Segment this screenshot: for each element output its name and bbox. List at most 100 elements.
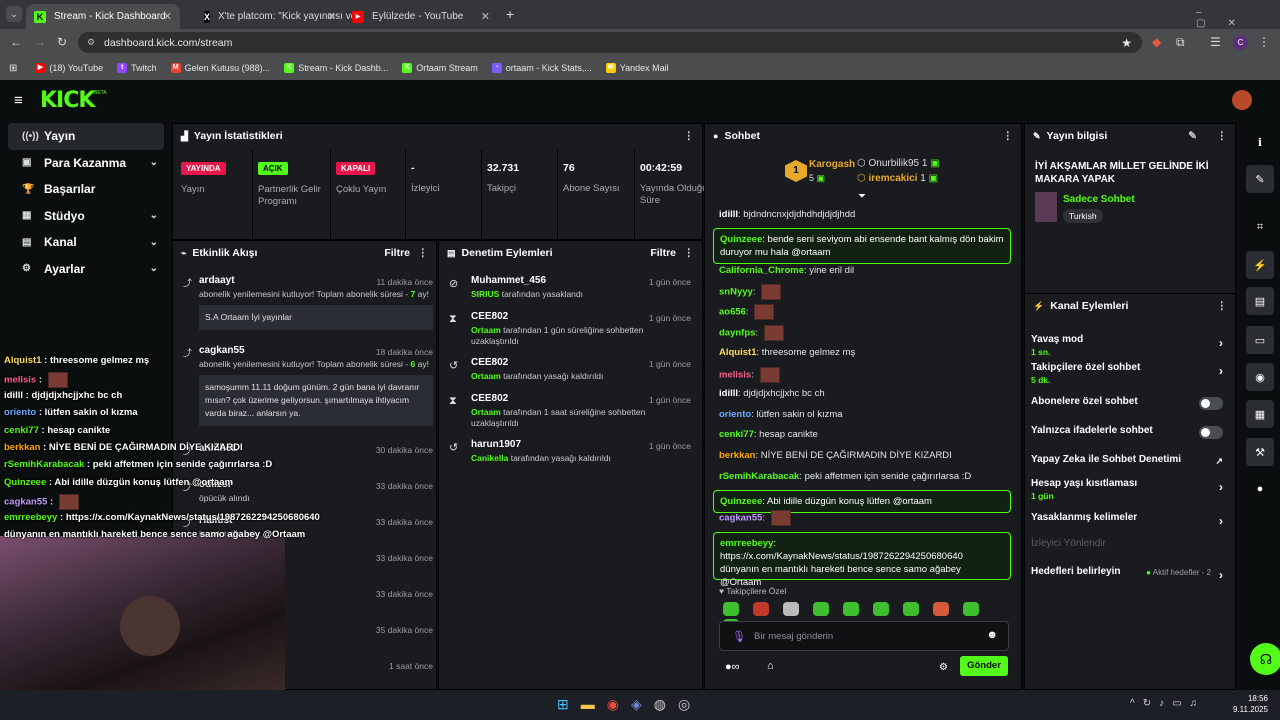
chat-username[interactable]: oriento [719,409,751,420]
chat-message[interactable]: cenki77: hesap canikte [719,428,1009,441]
channel-action-item[interactable]: Takipçilere özel sohbet 5 dk. › [1031,362,1223,385]
chat-message[interactable]: melisis: [719,367,1009,383]
chat-message[interactable]: ao656: [719,304,1009,320]
chevron-down-icon[interactable]: ⌄ [150,263,158,274]
extension-icon[interactable]: ◆ [1152,35,1161,49]
more-options-icon[interactable]: ⋮ [418,247,429,259]
bookmark-item[interactable]: K Stream - Kick Dashb... [284,63,388,73]
chat-message[interactable]: daynfps: [719,325,1009,341]
chat-username[interactable]: Quinzeee [720,496,762,507]
external-link-icon[interactable]: ↗ [1215,456,1223,467]
bookmark-item[interactable]: ✉ Yandex Mail [605,63,669,73]
chat-settings-icon[interactable]: ⚙ [939,662,948,673]
crop-icon[interactable]: ⌗ [1246,213,1274,241]
close-icon[interactable]: ✕ [327,10,336,23]
chat-username[interactable]: idilll [719,388,738,399]
chat-username[interactable]: Alquist1 [719,347,756,358]
chat-message[interactable]: oriento: lütfen sakin ol kızma [719,408,1009,421]
window-controls[interactable]: –▢✕ [1196,7,1280,29]
channel-action-item[interactable]: Yapay Zeka ile Sohbet Denetimi ↗ [1031,454,1223,467]
sidebar-item-2[interactable]: 🏆 Başarılar [8,176,164,203]
expand-leaders-icon[interactable]: ⏷ [858,191,866,202]
chevron-right-icon[interactable]: › [1219,336,1223,350]
bookmark-star-icon[interactable]: ★ [1121,36,1132,50]
kick-logo[interactable]: KICK [40,88,95,113]
chat-username[interactable]: cenki77 [719,429,754,440]
broadcast-icon[interactable]: ◉ [1246,363,1274,391]
apps-grid-icon[interactable]: ⊞ [9,63,17,74]
user-avatar[interactable] [1232,90,1252,110]
sidebar-item-1[interactable]: ▣ Para Kazanma ⌄ [8,150,164,177]
leader-name[interactable]: Karogash [809,159,855,170]
chat-input[interactable]: 🎙 Bir mesaj gönderin ☻ [719,621,1009,651]
moderation-item[interactable]: ⧗ CEE802 1 gün önce Ortaam tarafından 1 gün… [449,311,691,347]
chat-message[interactable]: Alquist1: threesome gelmez mş [719,346,1009,359]
chat-message[interactable]: idilll: bjdndncnxjdjdhdhdjdjdjhdd [719,208,1009,221]
bookmark-item[interactable]: M Gelen Kutusu (988)... [170,63,270,73]
more-options-icon[interactable]: ⋮ [684,130,695,142]
chat-message[interactable]: Quinzeee: bende seni seviyom abi ensende… [713,228,1011,264]
tab-youtube[interactable]: ▶ Eylülzede - YouTube ✕ [344,4,498,29]
system-tray[interactable]: ^↻♪▭♫ [1130,698,1205,709]
leader-second[interactable]: ⬡ Onurbilik95 1 ▣ [857,158,940,169]
chat-message[interactable]: cagkan55: [719,510,1009,526]
bookmark-item[interactable]: K Ortaam Stream [402,63,478,73]
site-info-icon[interactable]: ⚙ [87,37,95,48]
bolt-icon[interactable]: ⚡ [1246,251,1274,279]
new-tab-button[interactable]: + [506,6,514,22]
chat-icon[interactable]: ▭ [1246,326,1274,354]
edit-icon[interactable]: ✎ [1246,165,1274,193]
chevron-right-icon[interactable]: › [1219,568,1223,582]
bookmark-item[interactable]: t Twitch [117,63,157,73]
chevron-right-icon[interactable]: › [1219,364,1223,378]
chat-username[interactable]: idilll [719,209,738,220]
tab-groups-icon[interactable]: ☰ [1210,35,1221,49]
chevron-right-icon[interactable]: › [1219,514,1223,528]
chat-message[interactable]: berkkan: NİYE BENİ DE ÇAĞIRMADIN DİYE KI… [719,449,1009,462]
info-icon[interactable]: ℹ [1246,128,1274,156]
chat-message[interactable]: emrreebeyy: https://x.com/KaynakNews/sta… [713,532,1011,588]
document-icon[interactable]: ▤ [1246,287,1274,315]
chevron-down-icon[interactable]: ⌄ [150,210,158,221]
channel-action-item[interactable]: Hesap yaşı kısıtlaması 1 gün › [1031,478,1223,501]
toggle-switch[interactable] [1199,397,1223,410]
sidebar-item-0[interactable]: ((•)) Yayın [8,123,164,150]
filter-button[interactable]: Filtre [384,247,410,259]
channel-action-item[interactable]: Hedefleri belirleyin › ● Aktif hedefler - … [1031,566,1223,582]
taskbar-apps[interactable]: ⊞ ▬ ◉ ◈ ◍ ◎ [557,696,690,713]
menu-dots-icon[interactable]: ⋮ [1258,35,1270,49]
more-options-icon[interactable]: ⋮ [684,247,695,259]
channel-action-item[interactable]: Yasaklanmış kelimeler › [1031,512,1223,528]
points-icon[interactable]: ● [1246,475,1274,503]
chevron-right-icon[interactable]: › [1219,480,1223,494]
chat-username[interactable]: rSemihKarabacak [719,471,799,482]
chat-username[interactable]: melisis [719,370,751,381]
help-button[interactable]: ☊ [1250,643,1280,675]
leader-third[interactable]: ⬡ iremcakici 1 ▣ [857,173,938,184]
moderation-item[interactable]: ⊘ Muhammet_456 1 gün önce SIRIUS tarafından… [449,275,691,300]
bookmark-item[interactable]: ◔ ortaam - Kick Stats,... [491,63,592,73]
chat-username[interactable]: cagkan55 [719,513,762,524]
chat-message[interactable]: snNyyy: [719,284,1009,300]
tab-x-post[interactable]: X X'te platcom: "Kick yayıncısı ve ✕ [196,4,356,29]
more-options-icon[interactable]: ⋮ [1003,130,1014,142]
sidebar-item-4[interactable]: ▤ Kanal ⌄ [8,229,164,256]
clock[interactable]: 18:56 9.11.2025 [1232,693,1268,715]
tab-search-button[interactable]: ⌄ [6,6,22,22]
sidebar-item-3[interactable]: ▦ Stüdyo ⌄ [8,203,164,230]
category-name[interactable]: Sadece Sohbet [1063,194,1135,205]
filter-button[interactable]: Filtre [650,247,676,259]
event-item[interactable]: ⤴ ardaayt 11 dakika önce abonelik yenilemes… [181,275,433,330]
chat-username[interactable]: Quinzeee [720,234,762,245]
moderation-item[interactable]: ⧗ CEE802 1 gün önce Ortaam tarafından 1 saa… [449,393,691,429]
bookmark-item[interactable]: ▶ (18) YouTube [35,63,103,73]
url-field[interactable]: ⚙ dashboard.kick.com/stream ★ [78,32,1142,53]
more-options-icon[interactable]: ⋮ [1217,300,1228,312]
moderation-item[interactable]: ↺ CEE802 1 gün önce Ortaam tarafından yasağ… [449,357,691,382]
send-button[interactable]: Gönder [960,656,1008,676]
edit-icon[interactable]: ✎ [1188,130,1197,142]
emoji-icon[interactable]: ☻ [986,629,998,641]
chat-username[interactable]: emrreebeyy [720,538,773,549]
store-icon[interactable]: ⌂ [767,660,774,672]
tab-kick-dashboard[interactable]: K Stream - Kick Dashboard ✕ [26,4,180,29]
